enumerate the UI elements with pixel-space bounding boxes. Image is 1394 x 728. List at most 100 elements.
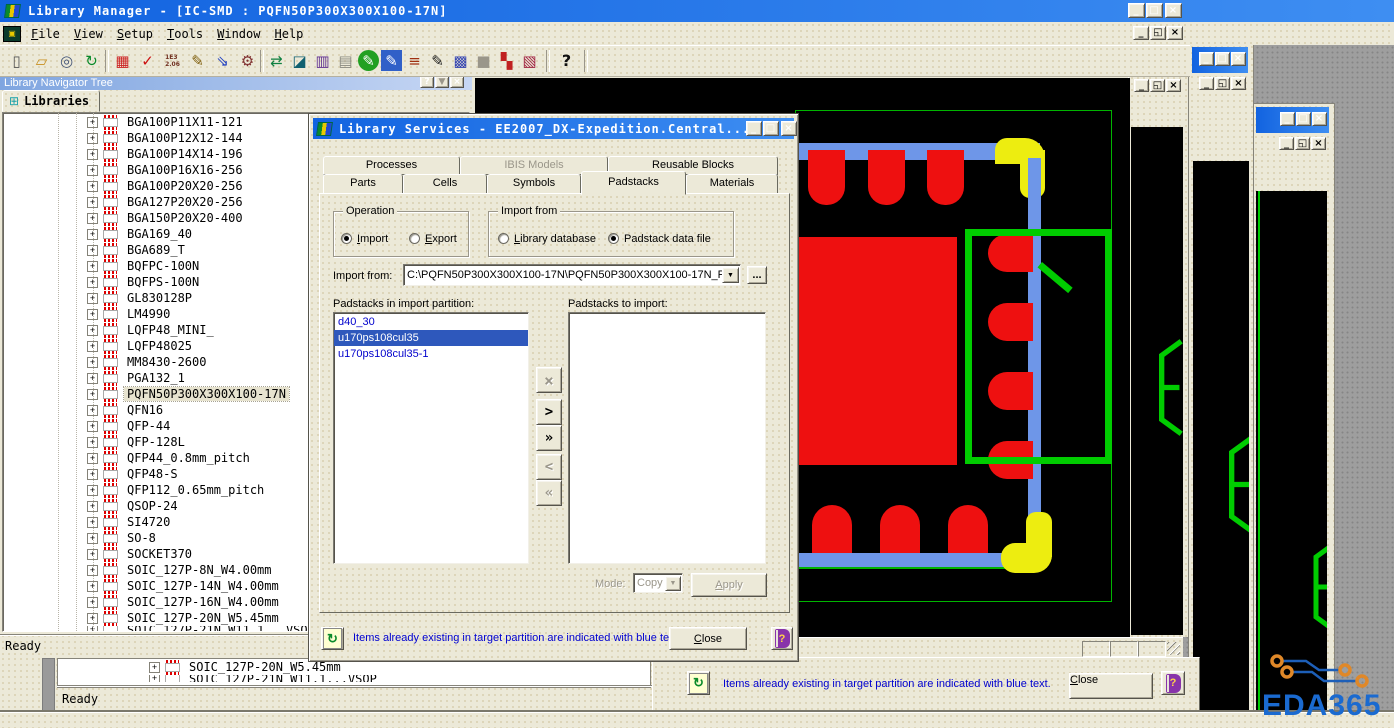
toolbar-refresh-document[interactable]: ↻: [81, 50, 102, 71]
toolbar-version-1e3-206[interactable]: 1E3 2.06: [162, 50, 183, 71]
combo-dropdown-button[interactable]: ▼: [665, 576, 681, 591]
maximize-button[interactable]: □: [1296, 112, 1311, 126]
close-button[interactable]: Close: [669, 627, 747, 650]
toolbar-help[interactable]: ?: [556, 50, 577, 71]
toolbar-library-partition[interactable]: ▦: [112, 50, 133, 71]
cascade-window-4-titlebar[interactable]: _ □ ×: [1256, 107, 1329, 133]
list-item[interactable]: u170ps108cul35: [334, 330, 528, 346]
toolbar-search-document[interactable]: ◎: [56, 50, 77, 71]
transfer-remove-button[interactable]: ×: [536, 367, 562, 393]
close-button[interactable]: ×: [1312, 112, 1327, 126]
toolbar-sync-arrows[interactable]: ⇄: [266, 50, 287, 71]
toolbar-new-document[interactable]: ▯: [6, 50, 27, 71]
minimize-button[interactable]: _: [1280, 112, 1295, 126]
padstack-source-list[interactable]: d40_30u170ps108cul35u170ps108cul35-1: [333, 312, 529, 564]
toolbar-properties-check[interactable]: ✓: [137, 50, 158, 71]
menu-item[interactable]: Window: [217, 27, 260, 41]
toolbar-copy-move[interactable]: ⇘: [212, 50, 233, 71]
transfer-back-all-button[interactable]: «: [536, 480, 562, 506]
toolbar-part-editor[interactable]: ◪: [289, 50, 310, 71]
cascade-window-2-view[interactable]: [1131, 127, 1183, 635]
minimize-icon: _: [1139, 81, 1144, 91]
tree-expander-icon[interactable]: +: [149, 662, 160, 673]
toolbar-library-books[interactable]: ≡: [404, 50, 425, 71]
toolbar-symbol-editor[interactable]: ✎: [358, 50, 379, 71]
mdi-minimize-button[interactable]: _: [1134, 79, 1149, 92]
list-item[interactable]: d40_30: [334, 314, 528, 330]
mdi-restore-button[interactable]: ◱: [1215, 77, 1230, 90]
panel-dropdown-button[interactable]: ▼: [435, 76, 449, 88]
menu-item[interactable]: Setup: [117, 27, 153, 41]
mdi-restore-button[interactable]: ◱: [1295, 137, 1310, 150]
maximize-button[interactable]: □: [1215, 52, 1230, 66]
toolbar-spare-tool[interactable]: ■: [473, 50, 494, 71]
export-radio[interactable]: [409, 233, 420, 244]
import-radio[interactable]: [341, 233, 352, 244]
panel-help-button[interactable]: ?: [420, 76, 434, 88]
close-button[interactable]: ×: [1231, 52, 1246, 66]
cascade-window-3-titlebar[interactable]: _ □ ×: [1192, 47, 1248, 73]
cascade-window-3-view[interactable]: [1193, 161, 1249, 712]
mdi-close-button[interactable]: ×: [1167, 26, 1183, 40]
apply-button[interactable]: Apply: [691, 573, 767, 597]
mdi-minimize-button[interactable]: _: [1133, 26, 1149, 40]
export-radio-label[interactable]: Export: [425, 233, 457, 245]
libraries-tab[interactable]: ⊞ Libraries: [2, 90, 100, 112]
mdi-restore-button[interactable]: ◱: [1150, 26, 1166, 40]
transfer-add-button[interactable]: >: [536, 399, 562, 425]
import-radio-label[interactable]: Import: [357, 233, 388, 245]
tree-row[interactable]: + SOIC_127P-21N_W11.1...VSOP: [58, 675, 650, 682]
background-statusbar: Ready: [57, 686, 657, 710]
app-title-bar[interactable]: Library Manager - [IC-SMD : PQFN50P300X3…: [0, 0, 1394, 22]
mode-combo[interactable]: Copy ▼: [633, 573, 683, 593]
panel-close-button[interactable]: ×: [450, 76, 464, 88]
toolbar-ic-editor[interactable]: ▩: [450, 50, 471, 71]
toolbar-datasheet-editor[interactable]: ▧: [519, 50, 540, 71]
cascade-window-4-view[interactable]: [1256, 191, 1327, 713]
maximize-button[interactable]: □: [1146, 3, 1163, 18]
library-database-radio-label[interactable]: Library database: [514, 233, 596, 245]
padstack-data-file-radio[interactable]: [608, 233, 619, 244]
browse-button[interactable]: ...: [747, 266, 767, 284]
transfer-back-button[interactable]: <: [536, 454, 562, 480]
help-book-button[interactable]: ?: [1161, 671, 1185, 695]
transfer-add-all-button[interactable]: »: [536, 425, 562, 451]
import-path-combo[interactable]: C:\PQFN50P300X300X100-17N\PQFN50P300X300…: [403, 264, 741, 286]
toolbar-padstack-editor[interactable]: ✎: [381, 50, 402, 71]
tree-expander-icon[interactable]: +: [149, 675, 160, 682]
toolbar-cell-editor[interactable]: ▥: [312, 50, 333, 71]
padstack-data-file-radio-label[interactable]: Padstack data file: [624, 233, 711, 245]
help-book-button[interactable]: ?: [771, 627, 793, 650]
mdi-close-button[interactable]: ×: [1166, 79, 1181, 92]
toolbar-edit-document[interactable]: ✎: [187, 50, 208, 71]
close-button[interactable]: Close: [1069, 673, 1153, 699]
mdi-restore-button[interactable]: ◱: [1150, 79, 1165, 92]
menu-item[interactable]: Tools: [167, 27, 203, 41]
pcb-hexagon-outline: [1151, 330, 1183, 445]
toolbar-open-folder[interactable]: ▱: [31, 50, 52, 71]
toolbar-settings-gear[interactable]: ⚙: [237, 50, 258, 71]
library-database-radio[interactable]: [498, 233, 509, 244]
menu-item[interactable]: Help: [274, 27, 303, 41]
component-icon: [103, 454, 118, 463]
menu-item[interactable]: View: [74, 27, 103, 41]
minimize-button[interactable]: _: [1199, 52, 1214, 66]
close-button[interactable]: ×: [1165, 3, 1182, 18]
list-item[interactable]: u170ps108cul35-1: [334, 346, 528, 362]
refresh-button[interactable]: ↻: [321, 627, 344, 650]
resize-grip[interactable]: [1167, 642, 1180, 655]
minimize-button[interactable]: _: [1128, 3, 1145, 18]
padstack-target-list[interactable]: [568, 312, 766, 564]
menu-item[interactable]: File: [31, 27, 60, 41]
mdi-close-button[interactable]: ×: [1231, 77, 1246, 90]
toolbar-pencil-tool[interactable]: ✎: [427, 50, 448, 71]
combo-dropdown-button[interactable]: ▼: [722, 267, 739, 283]
toolbar-pad-histogram[interactable]: ▤: [335, 50, 356, 71]
mdi-close-button[interactable]: ×: [1311, 137, 1326, 150]
mdi-minimize-button[interactable]: _: [1279, 137, 1294, 150]
background-scrollbar[interactable]: [42, 658, 55, 712]
toolbar-chart-editor[interactable]: ▚: [496, 50, 517, 71]
refresh-button[interactable]: ↻: [687, 671, 710, 695]
mdi-minimize-button[interactable]: _: [1199, 77, 1214, 90]
background-tree-fragment: + SOIC_127P-20N_W5.45mm + SOIC_127P-21N_…: [57, 658, 651, 688]
